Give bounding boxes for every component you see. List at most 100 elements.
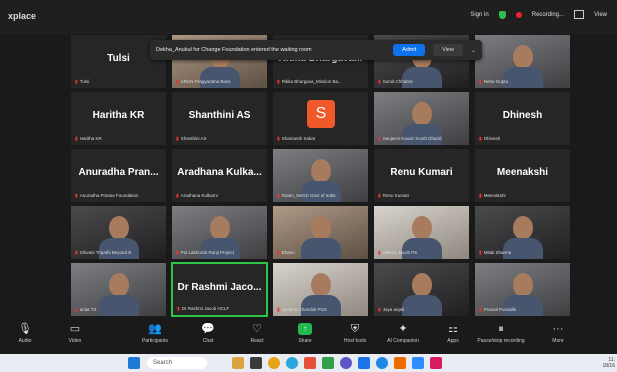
participant-tile[interactable]: Pio Lakhorab Ranji Project	[171, 205, 268, 260]
participant-video-body	[503, 238, 543, 259]
participant-video-face	[412, 216, 432, 240]
participant-label: Jaya anjali	[378, 307, 404, 313]
participant-video-body	[402, 124, 442, 145]
toolbar-chat-button[interactable]: 💬 Chat	[183, 323, 233, 344]
participant-video-face	[412, 273, 432, 297]
participant-name: Dhinesh	[502, 110, 543, 121]
toolbar-label: Host tools	[343, 338, 367, 344]
participant-label: Mitali Sharma	[479, 250, 512, 256]
share-icon: ↑	[298, 323, 312, 335]
windows-taskbar: Search 11: 18/16	[0, 354, 617, 372]
participant-tile[interactable]: Dhinesh Dhinesh	[474, 91, 571, 146]
taskbar-app-icon[interactable]	[376, 357, 388, 369]
taskbar-app-icon[interactable]	[412, 357, 424, 369]
toolbar-share-button[interactable]: ↑ Share	[280, 323, 330, 344]
participant-label: Sumit Chhabra	[378, 79, 413, 85]
apps-icon: ⚏	[448, 323, 458, 335]
participant-tile[interactable]: S Shamanth Sakat	[272, 91, 369, 146]
recording-status[interactable]: Recording...	[532, 12, 564, 18]
notification-text: Dekha_Anukul for Change Foundation enter…	[156, 47, 312, 53]
system-clock[interactable]: 11: 18/16	[602, 357, 615, 369]
sign-in-link[interactable]: Sign in	[470, 12, 488, 18]
view-menu[interactable]: View	[594, 12, 607, 18]
taskbar-app-icon[interactable]	[430, 357, 442, 369]
participant-label: Bhanu	[277, 250, 295, 256]
participant-label: Renu Kumari	[378, 193, 409, 199]
participant-tile[interactable]: anita TS	[70, 262, 167, 317]
participant-label: anita TS	[75, 307, 97, 313]
notification-menu-icon[interactable]: ⌄	[471, 47, 476, 54]
participant-label: Haritha KR	[75, 136, 102, 142]
participant-name: Meenakshi	[496, 167, 549, 178]
participant-label: Aradhana Kulkarni	[176, 193, 218, 199]
participant-tile[interactable]: Pranali Pundalik	[474, 262, 571, 317]
participant-video-face	[513, 45, 533, 69]
participant-tile[interactable]: Bhanu	[272, 205, 369, 260]
gallery-view: TulsiTulsiARUN Pragyaratna BossRitika Bh…	[70, 34, 572, 320]
toolbar-apps-button[interactable]: ⚏ Apps	[428, 323, 478, 344]
participant-tile[interactable]: Dr Rashmi Jaco... Dr Rashmi Jacob HCLF	[171, 262, 268, 317]
participant-label: Shivani Tripathi Beyond B	[75, 250, 132, 256]
taskbar-app-icon[interactable]	[286, 357, 298, 369]
taskbar-app-icon[interactable]	[232, 357, 244, 369]
security-shield-icon[interactable]	[498, 10, 506, 19]
toolbar-label: Audio	[18, 338, 32, 344]
participant-label: Ratan_NeGD Govt of India	[277, 193, 336, 199]
participant-video-body	[99, 238, 139, 259]
toolbar-participants-button[interactable]: 👥 Participants	[130, 323, 180, 344]
participant-video-body	[301, 238, 341, 259]
taskbar-app-icon[interactable]	[304, 357, 316, 369]
participant-tile[interactable]: Ratan_NeGD Govt of India	[272, 148, 369, 203]
taskbar-search[interactable]: Search	[147, 357, 207, 369]
participant-video-face	[311, 216, 331, 240]
participant-label: Ritika Bhargava_Mission Ba...	[277, 79, 342, 85]
participant-name: Anuradha Pran...	[78, 167, 159, 178]
view-waiting-room-button[interactable]: View	[433, 44, 463, 56]
participant-label: Meenakshi	[479, 193, 506, 199]
participant-video-face	[109, 216, 129, 240]
participant-label: Tulsi	[75, 79, 89, 85]
app-title: xplace	[8, 11, 37, 21]
participant-video-body	[200, 67, 240, 88]
participant-tile[interactable]: Shivani Tripathi Beyond B	[70, 205, 167, 260]
participant-tile[interactable]: Aleena Jacob PS	[373, 205, 470, 260]
participant-video-body	[301, 295, 341, 316]
taskbar-app-icon[interactable]	[322, 357, 334, 369]
participant-video-body	[301, 181, 341, 202]
taskbar-app-icon[interactable]	[358, 357, 370, 369]
start-icon[interactable]	[128, 357, 140, 369]
participant-tile[interactable]: Meenakshi Meenakshi	[474, 148, 571, 203]
admit-button[interactable]: Admit	[393, 44, 426, 56]
participant-tile[interactable]: Jyotsna Chandok PSS	[272, 262, 369, 317]
toolbar-label: Video	[68, 338, 82, 344]
toolbar-ai-companion-button[interactable]: ✦ AI Companion	[378, 323, 428, 344]
participant-label: Shamanth Sakat	[277, 136, 315, 142]
participant-tile[interactable]: Neha Gupta	[474, 34, 571, 89]
react-icon: ♡	[252, 323, 262, 335]
toolbar-react-button[interactable]: ♡ React	[232, 323, 282, 344]
participant-name: Renu Kumari	[390, 167, 453, 178]
participant-name: Shanthini AS	[188, 110, 251, 121]
participant-tile[interactable]: Haritha KR Haritha KR	[70, 91, 167, 146]
participant-tile[interactable]: Mitali Sharma	[474, 205, 571, 260]
toolbar-host-tools-button[interactable]: ⛨ Host tools	[330, 323, 380, 344]
taskbar-app-icon[interactable]	[268, 357, 280, 369]
toolbar-audio-button[interactable]: 🎙 Audio	[0, 323, 50, 344]
participant-tile[interactable]: Sanjeevi Kausir South Dharid	[373, 91, 470, 146]
title-bar: xplace Sign in Recording... View	[0, 0, 617, 34]
taskbar-app-icon[interactable]	[340, 357, 352, 369]
taskbar-app-icon[interactable]	[394, 357, 406, 369]
toolbar-pause-stop-recording-button[interactable]: ⏸ Pause/stop recording	[476, 323, 526, 344]
toolbar-video-button[interactable]: ▭ Video	[50, 323, 100, 344]
participant-tile[interactable]: Renu Kumari Renu Kumari	[373, 148, 470, 203]
participant-label: Aleena Jacob PS	[378, 250, 418, 256]
participant-video-body	[503, 67, 543, 88]
taskbar-app-icon[interactable]	[250, 357, 262, 369]
participant-tile[interactable]: Aradhana Kulka... Aradhana Kulkarni	[171, 148, 268, 203]
participant-tile[interactable]: Anuradha Pran... Anuradha Pranav Foundati…	[70, 148, 167, 203]
participant-tile[interactable]: Jaya anjali	[373, 262, 470, 317]
participant-label: Pranali Pundalik	[479, 307, 517, 313]
participant-video-face	[109, 273, 129, 297]
participant-tile[interactable]: Shanthini AS Shanthini AS	[171, 91, 268, 146]
toolbar-more-button[interactable]: ··· More	[533, 323, 583, 344]
